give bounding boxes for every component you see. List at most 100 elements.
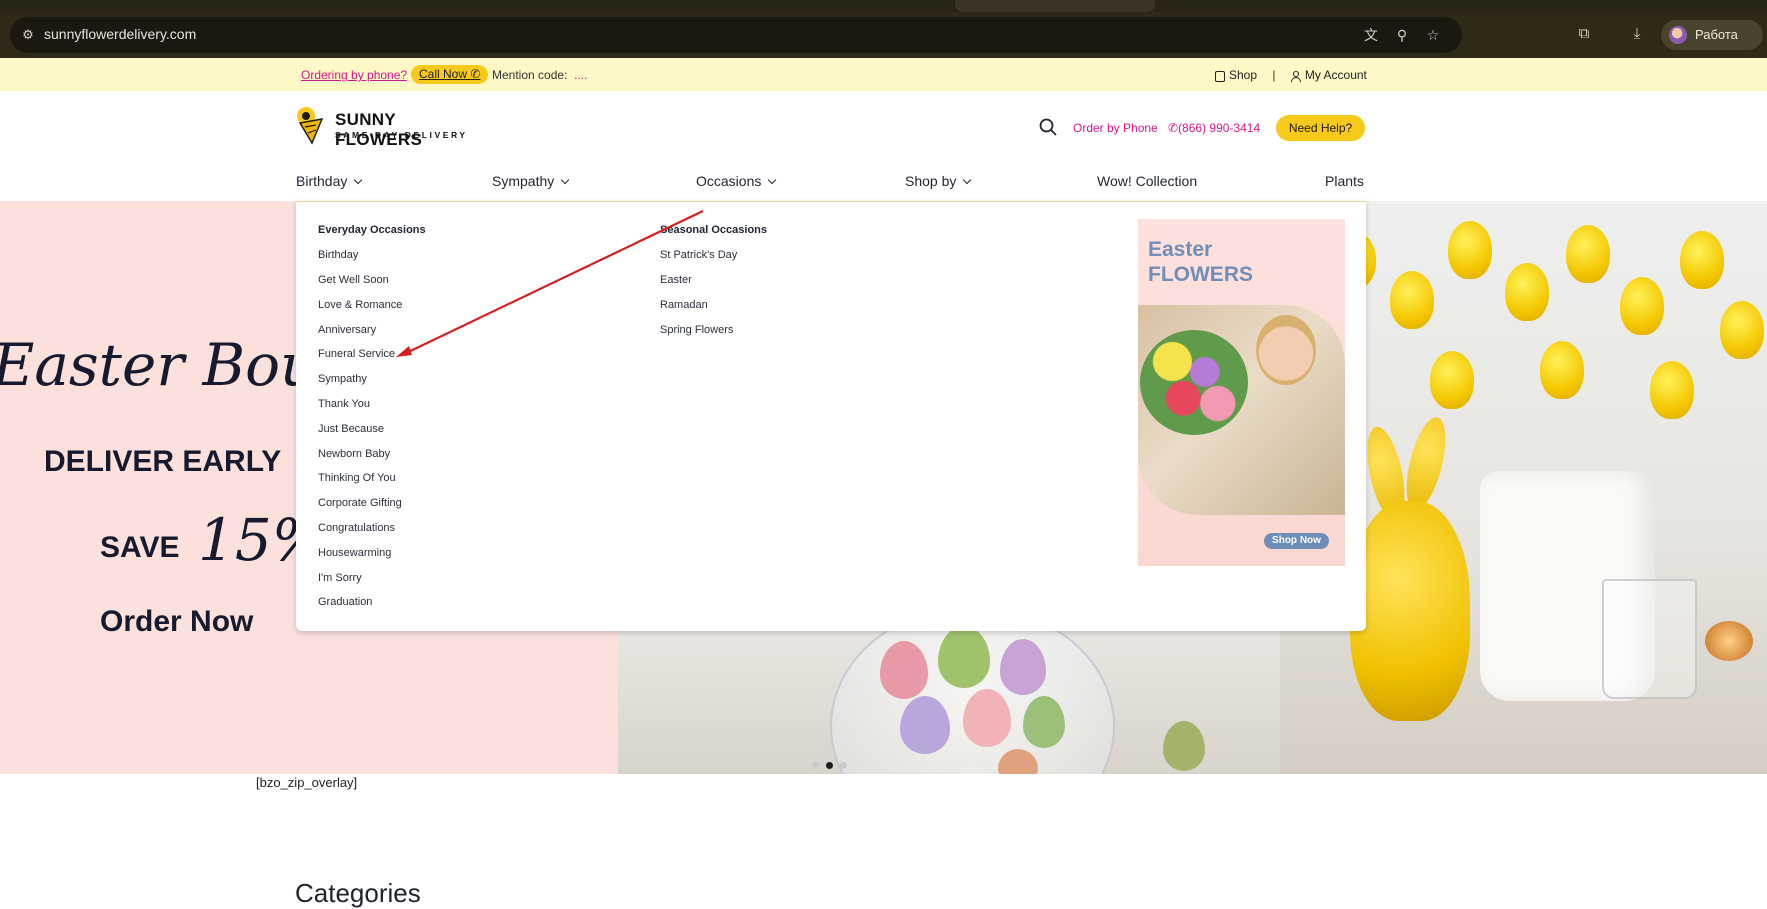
top-links: Shop | My Account	[1215, 67, 1367, 82]
browser-tab-strip	[0, 0, 1767, 12]
egg	[963, 689, 1011, 747]
chevron-down-icon	[768, 175, 777, 185]
phone-icon: ✆	[1168, 121, 1179, 135]
shop-label: Shop	[1229, 68, 1258, 83]
zoom-icon[interactable]: ⚲	[1393, 26, 1411, 44]
menu-item-im-sorry[interactable]: I'm Sorry	[318, 572, 362, 584]
categories-heading: Categories	[295, 878, 421, 908]
promo-bar: Ordering by phone? Call Now ✆ Mention co…	[0, 58, 1767, 91]
translate-icon[interactable]: 文	[1362, 26, 1380, 44]
mention-code-label: Mention code:	[492, 68, 568, 82]
everyday-occasions-heading: Everyday Occasions	[318, 224, 426, 236]
menu-item-housewarming[interactable]: Housewarming	[318, 547, 391, 559]
order-by-phone-label: Order by Phone	[1073, 121, 1158, 135]
phone-number-link[interactable]: ✆(866) 990-3414	[1168, 121, 1260, 135]
search-icon[interactable]	[1039, 118, 1057, 136]
nav-plants[interactable]: Plants	[1325, 173, 1364, 189]
tulip	[1620, 277, 1664, 335]
phone-number-text: (866) 990-3414	[1178, 121, 1261, 135]
egg	[900, 696, 950, 754]
egg	[880, 641, 928, 699]
menu-item-anniversary[interactable]: Anniversary	[318, 324, 376, 336]
chevron-down-icon	[561, 175, 570, 185]
promo-card-title: Easter FLOWERS	[1148, 238, 1253, 286]
tulip	[1650, 361, 1694, 419]
zip-overlay-shortcode: [bzo_zip_overlay]	[256, 775, 358, 790]
my-account-link[interactable]: My Account	[1290, 67, 1367, 82]
address-bar[interactable]: ⚙ sunnyflowerdelivery.com 文 ⚲ ☆	[10, 17, 1462, 53]
ordering-by-phone-link[interactable]: Ordering by phone?	[301, 68, 407, 82]
tulip	[1430, 351, 1474, 409]
nav-label: Birthday	[296, 173, 348, 189]
url-text[interactable]: sunnyflowerdelivery.com	[44, 26, 196, 42]
menu-item-graduation[interactable]: Graduation	[318, 596, 372, 608]
menu-item-love-romance[interactable]: Love & Romance	[318, 299, 402, 311]
shop-link[interactable]: Shop	[1215, 67, 1257, 82]
promo-shop-now-button[interactable]: Shop Now	[1264, 533, 1329, 549]
browser-tab[interactable]	[955, 0, 1155, 12]
menu-item-sympathy[interactable]: Sympathy	[318, 373, 367, 385]
nav-label: Plants	[1325, 173, 1364, 189]
logo-subtitle: SAME DAY DELIVERY	[335, 130, 468, 140]
hero-deliver-early: DELIVER EARLY	[44, 445, 282, 478]
call-now-button[interactable]: Call Now ✆	[411, 65, 489, 84]
sunflower-logo-icon	[297, 107, 324, 145]
avatar	[1669, 26, 1687, 44]
menu-item-st-patricks-day[interactable]: St Patrick's Day	[660, 249, 737, 261]
nav-sympathy[interactable]: Sympathy	[492, 173, 570, 189]
occasions-mega-menu: Everyday Occasions Birthday Get Well Soo…	[296, 201, 1366, 631]
nav-wow-collection[interactable]: Wow! Collection	[1097, 173, 1197, 189]
nav-occasions[interactable]: Occasions	[696, 173, 777, 189]
mention-code-value: ....	[574, 68, 588, 82]
nav-shop-by[interactable]: Shop by	[905, 173, 972, 189]
hero-order-now[interactable]: Order Now	[100, 605, 253, 639]
site-logo[interactable]: SUNNY FLOWERS SAME DAY DELIVERY	[296, 105, 476, 149]
easter-flowers-promo-card[interactable]: Easter FLOWERS Shop Now	[1138, 219, 1345, 566]
promo-card-photo	[1138, 305, 1345, 515]
menu-item-corporate-gifting[interactable]: Corporate Gifting	[318, 497, 402, 509]
downloads-icon[interactable]: ⤓	[1627, 24, 1647, 44]
tulip	[1505, 263, 1549, 321]
tulip	[1540, 341, 1584, 399]
chevron-down-icon	[963, 175, 972, 185]
egg	[938, 626, 990, 688]
menu-item-thank-you[interactable]: Thank You	[318, 398, 370, 410]
site-settings-icon[interactable]: ⚙	[18, 25, 38, 45]
candle-holder	[1705, 621, 1753, 661]
menu-item-ramadan[interactable]: Ramadan	[660, 299, 708, 311]
menu-item-congratulations[interactable]: Congratulations	[318, 522, 395, 534]
slider-dot-2[interactable]	[826, 762, 833, 769]
egg	[1000, 639, 1046, 695]
menu-item-spring-flowers[interactable]: Spring Flowers	[660, 324, 733, 336]
menu-item-funeral-service[interactable]: Funeral Service	[318, 348, 395, 360]
profile-button[interactable]: Работа	[1661, 20, 1763, 50]
user-icon	[1290, 70, 1301, 82]
yellow-bunny	[1350, 501, 1470, 721]
seasonal-occasions-heading: Seasonal Occasions	[660, 224, 767, 236]
shopping-bag-icon	[1215, 70, 1225, 82]
egg	[1163, 721, 1205, 771]
nav-birthday[interactable]: Birthday	[296, 173, 363, 189]
bookmark-star-icon[interactable]: ☆	[1424, 26, 1442, 44]
nav-label: Sympathy	[492, 173, 555, 189]
menu-item-newborn-baby[interactable]: Newborn Baby	[318, 448, 390, 460]
tulip	[1720, 301, 1764, 359]
bunny-ear	[1398, 413, 1454, 514]
slider-dot-3[interactable]	[840, 762, 847, 769]
profile-name: Работа	[1695, 27, 1738, 42]
menu-item-easter[interactable]: Easter	[660, 274, 692, 286]
menu-item-get-well-soon[interactable]: Get Well Soon	[318, 274, 389, 286]
menu-item-thinking-of-you[interactable]: Thinking Of You	[318, 472, 396, 484]
tulip	[1448, 221, 1492, 279]
slider-dot-1[interactable]	[812, 762, 819, 769]
extensions-icon[interactable]: ⧉	[1574, 24, 1594, 44]
nav-label: Wow! Collection	[1097, 173, 1198, 189]
chevron-down-icon	[354, 175, 363, 185]
woman-portrait-image	[1256, 315, 1316, 385]
need-help-button[interactable]: Need Help?	[1276, 115, 1365, 141]
bouquet-image	[1140, 330, 1248, 435]
tulip	[1566, 225, 1610, 283]
menu-item-birthday[interactable]: Birthday	[318, 249, 358, 261]
menu-item-just-because[interactable]: Just Because	[318, 423, 384, 435]
tulip	[1390, 271, 1434, 329]
